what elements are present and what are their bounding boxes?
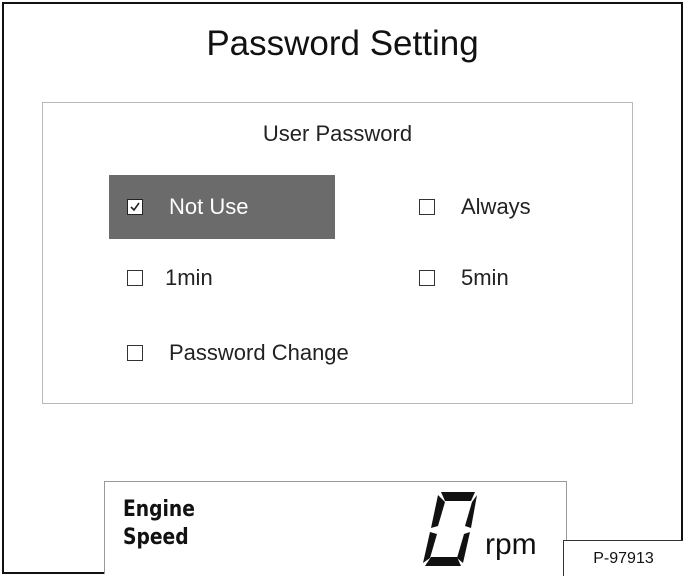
option-always[interactable]: Always bbox=[419, 175, 619, 239]
option-label: 5min bbox=[461, 265, 509, 290]
checkbox-empty-icon bbox=[127, 345, 143, 361]
option-label: Always bbox=[461, 194, 531, 219]
figure-reference: P-97913 bbox=[563, 540, 683, 576]
option-not-use[interactable]: Not Use bbox=[109, 175, 335, 239]
engine-speed-gauge: Engine Speed rpm bbox=[104, 481, 567, 574]
option-label: 1min bbox=[165, 265, 213, 290]
checkbox-empty-icon bbox=[127, 270, 143, 286]
engine-speed-digit-zero bbox=[423, 492, 477, 566]
checkbox-empty-icon bbox=[419, 270, 435, 286]
engine-speed-label: Engine Speed bbox=[123, 496, 195, 552]
checkbox-checked-icon bbox=[127, 199, 143, 215]
option-5min[interactable]: 5min bbox=[419, 246, 619, 310]
panel-title: User Password bbox=[262, 121, 413, 146]
engine-speed-label-line2: Speed bbox=[123, 525, 189, 550]
engine-speed-unit: rpm bbox=[485, 528, 537, 561]
page-title: Password Setting bbox=[206, 24, 479, 63]
option-label: Not Use bbox=[169, 194, 249, 219]
option-1min[interactable]: 1min bbox=[127, 246, 327, 310]
checkbox-empty-icon bbox=[419, 199, 435, 215]
option-password-change[interactable]: Password Change bbox=[127, 321, 447, 385]
user-password-panel: User Password Not Use Always 1min 5min P… bbox=[42, 102, 633, 404]
option-label: Password Change bbox=[169, 340, 349, 365]
engine-speed-label-line1: Engine bbox=[123, 497, 195, 522]
